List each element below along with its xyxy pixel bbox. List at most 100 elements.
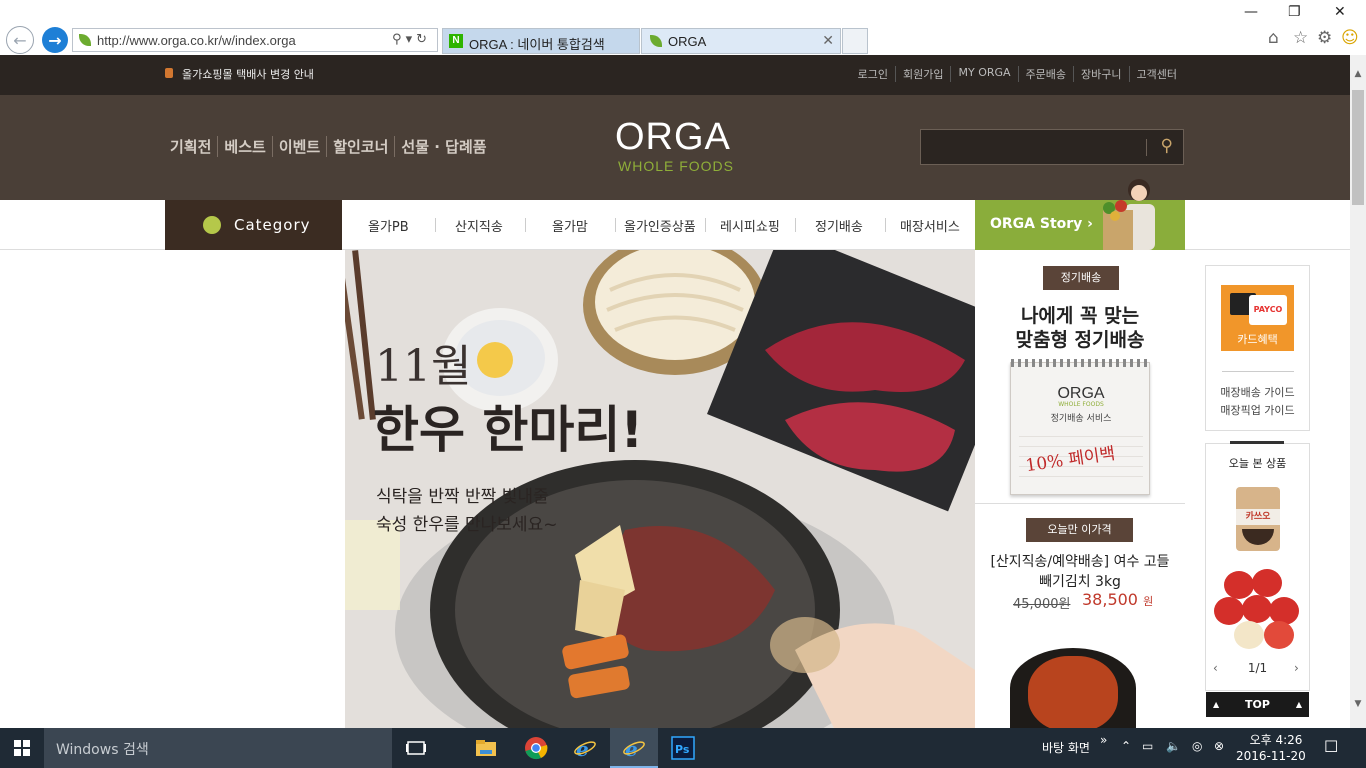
deal-product-name-2[interactable]: 빼기김치 3kg (975, 571, 1185, 591)
menu-separator (525, 218, 526, 232)
taskbar-search-box[interactable]: Windows 검색 (44, 728, 392, 768)
photoshop-icon[interactable]: Ps (671, 736, 695, 760)
browser-chrome: ← → http://www.orga.co.kr/w/index.orga ⚲… (0, 0, 1366, 55)
menu-separator (435, 218, 436, 232)
deal-old-price: 45,000원 (1013, 597, 1071, 612)
recent-product-1[interactable]: 카쓰오 (1236, 487, 1280, 551)
menu-separator (795, 218, 796, 232)
menu-direct-from-farm[interactable]: 산지직송 (455, 216, 503, 235)
login-link[interactable]: 로그인 (851, 66, 895, 82)
toolbar-expand-icon[interactable]: » (1100, 733, 1107, 747)
address-bar[interactable]: http://www.orga.co.kr/w/index.orga ⚲▾↻ (72, 28, 438, 52)
store-delivery-guide-link[interactable]: 매장배송 가이드 (1205, 384, 1310, 400)
menu-orga-pb[interactable]: 올가PB (368, 216, 409, 235)
new-tab-button[interactable] (842, 28, 868, 54)
category-button[interactable]: Category (165, 200, 342, 250)
regular-delivery-calendar-image[interactable]: ORGA WHOLE FOODS 정기배송 서비스 10% 페이백 (1010, 359, 1151, 495)
chevron-right-icon[interactable]: › (1294, 661, 1299, 675)
menu-recipe-shopping[interactable]: 레시피쇼핑 (720, 216, 780, 235)
file-explorer-icon[interactable] (474, 736, 498, 760)
windows-start-icon[interactable] (14, 740, 30, 756)
minimize-icon[interactable]: — (1244, 4, 1258, 20)
favorites-star-icon[interactable]: ☆ (1293, 28, 1308, 48)
home-icon[interactable]: ⌂ (1268, 28, 1279, 48)
quick-menu-divider (1222, 371, 1294, 372)
close-tab-icon[interactable]: ✕ (822, 32, 834, 49)
logo-subtitle: WHOLE FOODS (618, 158, 735, 174)
deal-product-name-1[interactable]: [산지직송/예약배송] 여수 고들 (975, 551, 1185, 571)
tab-naver-search[interactable]: N ORGA : 네이버 통합검색 (442, 28, 640, 54)
kimchi-pile (1028, 656, 1118, 728)
order-delivery-link[interactable]: 주문배송 (1017, 66, 1073, 82)
tray-chevron-up-icon[interactable]: ⌃ (1121, 739, 1131, 753)
menu-separator (885, 218, 886, 232)
nav-best[interactable]: 베스트 (217, 136, 271, 157)
recently-viewed-bar (1230, 441, 1284, 444)
apple (1264, 621, 1294, 649)
my-orga-link[interactable]: MY ORGA (950, 66, 1017, 82)
search-icon[interactable]: ⚲ (1161, 136, 1173, 156)
calendar-rings (1011, 359, 1151, 367)
menu-certified-products[interactable]: 올가인증상품 (624, 216, 696, 235)
menu-regular-delivery[interactable]: 정기배송 (815, 216, 863, 235)
clock-date[interactable]: 2016-11-20 (1236, 749, 1306, 763)
banner-title: 한우 한마리! (373, 401, 644, 459)
network-icon[interactable]: ◎ (1192, 739, 1202, 753)
payco-logo: PAYCO (1249, 295, 1287, 325)
store-pickup-guide-link[interactable]: 매장픽업 가이드 (1205, 402, 1310, 418)
notification-status-icon[interactable]: ⊗ (1214, 739, 1224, 753)
menu-store-service[interactable]: 매장서비스 (900, 216, 960, 235)
forward-button[interactable]: → (42, 27, 68, 53)
svg-text:Ps: Ps (675, 743, 690, 756)
restore-icon[interactable]: ❐ (1288, 4, 1301, 20)
nav-exhibition[interactable]: 기획전 (170, 136, 217, 157)
nav-event[interactable]: 이벤트 (271, 136, 326, 157)
recent-product-2-apples[interactable] (1214, 567, 1300, 651)
card-benefit-banner[interactable]: PAYCO 카드혜택 (1221, 285, 1294, 351)
back-button[interactable]: ← (6, 26, 34, 54)
search-refresh-icon[interactable]: ⚲▾↻ (392, 32, 431, 47)
scroll-down-icon[interactable]: ▼ (1350, 699, 1366, 709)
menu-orga-mom[interactable]: 올가맘 (552, 216, 588, 235)
chrome-icon[interactable] (524, 736, 548, 760)
apple (1214, 597, 1244, 625)
nav-gift[interactable]: 선물 · 답례품 (394, 136, 492, 157)
settings-gear-icon[interactable]: ⚙ (1317, 28, 1332, 48)
top-label: TOP (1245, 698, 1270, 711)
story-model-image (1103, 179, 1155, 250)
action-center-icon[interactable]: ☐ (1324, 737, 1338, 756)
scroll-thumb[interactable] (1352, 90, 1364, 205)
nav-discount[interactable]: 할인코너 (326, 136, 394, 157)
close-window-icon[interactable]: ✕ (1334, 4, 1346, 20)
scroll-top-button[interactable]: ▲ TOP ▲ (1206, 692, 1309, 717)
notice-link[interactable]: 올가쇼핑몰 택배사 변경 안내 (182, 66, 314, 82)
card-benefit-label: 카드혜택 (1237, 333, 1278, 346)
customer-center-link[interactable]: 고객센터 (1128, 66, 1184, 82)
smiley-feedback-icon[interactable]: ☺ (1341, 28, 1359, 48)
internet-explorer-icon[interactable]: e (573, 736, 597, 760)
battery-icon[interactable]: ▭ (1142, 739, 1153, 753)
menu-separator (705, 218, 706, 232)
scroll-up-icon[interactable]: ▲ (1350, 69, 1366, 79)
clock-time[interactable]: 오후 4:26 (1246, 731, 1306, 748)
signup-link[interactable]: 회원가입 (895, 66, 950, 82)
task-view-icon[interactable] (404, 736, 428, 760)
vertical-scrollbar[interactable]: ▲ ▼ (1350, 55, 1366, 728)
orga-story-label: ORGA Story › (990, 216, 1093, 232)
cart-link[interactable]: 장바구니 (1073, 66, 1128, 82)
internet-explorer-icon: e (623, 737, 645, 760)
tab-orga[interactable]: ORGA ✕ (641, 28, 841, 54)
url-text[interactable]: http://www.orga.co.kr/w/index.orga (97, 33, 296, 48)
today-deal-chip: 오늘만 이가격 (1026, 518, 1133, 542)
regular-title-2[interactable]: 맞춤형 정기배송 (975, 325, 1185, 352)
deal-new-price: 38,500 원 (1082, 590, 1153, 609)
active-ie-taskbar-item[interactable]: e (610, 728, 658, 768)
site-logo[interactable]: ORGA (615, 116, 731, 159)
orga-story-button[interactable]: ORGA Story › (975, 179, 1185, 250)
volume-icon[interactable]: 🔈 (1166, 739, 1181, 753)
kimchi-product-image[interactable] (1010, 648, 1136, 728)
regular-title-1[interactable]: 나에게 꼭 맞는 (975, 301, 1185, 328)
search-input[interactable]: ⚲ (920, 129, 1184, 165)
regular-delivery-chip: 정기배송 (1043, 266, 1119, 290)
desktop-toolbar-label[interactable]: 바탕 화면 (1042, 739, 1090, 756)
